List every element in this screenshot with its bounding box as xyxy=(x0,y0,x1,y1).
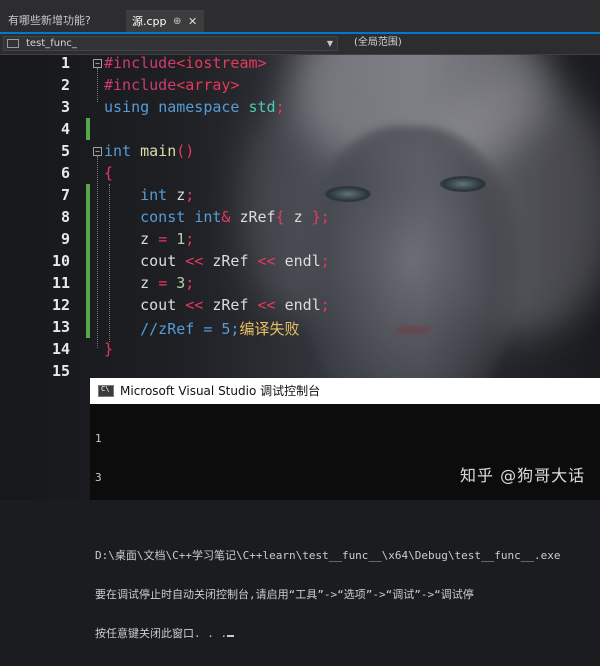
change-bar xyxy=(86,184,90,338)
tab-whats-new[interactable]: 有哪些新增功能? xyxy=(0,10,132,32)
line-number: 5 xyxy=(60,142,70,160)
close-icon[interactable]: ✕ xyxy=(188,11,197,33)
tab-source-cpp[interactable]: 源.cpp ⊕ ✕ xyxy=(126,10,204,32)
line-number: 9 xyxy=(60,230,70,248)
console-line: 1 xyxy=(95,432,102,445)
code-line-12: cout << zRef << endl; xyxy=(104,296,330,314)
line-number: 1 xyxy=(60,54,70,72)
code-line-3: using namespace std; xyxy=(104,98,285,116)
fold-collapse-icon[interactable]: − xyxy=(93,147,102,156)
line-number: 15 xyxy=(51,362,70,380)
code-line-13: //zRef = 5;编译失败 xyxy=(140,320,300,338)
console-output: 1 3 D:\桌面\文档\C++学习笔记\C++learn\test__func… xyxy=(95,406,600,666)
indent-guide xyxy=(97,156,98,348)
code-line-5: int main() xyxy=(104,142,195,160)
document-tab-bar: 有哪些新增功能? 源.cpp ⊕ ✕ xyxy=(0,0,600,32)
line-number: 10 xyxy=(51,252,70,270)
project-icon xyxy=(7,39,19,48)
code-line-1: #include<iostream> xyxy=(104,54,267,72)
fold-collapse-icon[interactable]: − xyxy=(93,59,102,68)
text-cursor xyxy=(227,635,235,637)
console-line: 按任意键关闭此窗口. . . xyxy=(95,627,228,640)
project-scope-label: test_func_ xyxy=(26,38,77,49)
tab-source-cpp-label: 源.cpp xyxy=(132,15,167,28)
console-line: D:\桌面\文档\C++学习笔记\C++learn\test__func__\x… xyxy=(95,549,561,562)
console-line: 要在调试停止时自动关闭控制台,请启用“工具”->“选项”->“调试”->“调试停 xyxy=(95,588,474,601)
line-number: 7 xyxy=(60,186,70,204)
code-line-6: { xyxy=(104,164,114,182)
console-app-icon: C\ xyxy=(98,385,114,397)
function-scope-dropdown[interactable]: (全局范围) xyxy=(346,36,600,51)
chevron-down-icon: ▼ xyxy=(326,39,333,48)
line-number: 8 xyxy=(60,208,70,226)
code-line-8: const int& zRef{ z }; xyxy=(140,208,330,226)
line-number: 13 xyxy=(51,318,70,336)
line-number: 11 xyxy=(51,274,70,292)
line-number: 3 xyxy=(60,98,70,116)
console-title-bar[interactable]: C\ Microsoft Visual Studio 调试控制台 xyxy=(90,378,600,404)
project-scope-dropdown[interactable]: test_func_ ▼ xyxy=(3,36,338,51)
watermark: 知乎 @狗哥大话 xyxy=(460,466,586,485)
console-line-last: 按任意键关闭此窗口. . . xyxy=(95,627,600,640)
code-line-7: int z; xyxy=(140,186,195,204)
code-line-10: cout << zRef << endl; xyxy=(104,252,330,270)
change-bar xyxy=(86,118,90,140)
code-line-11: z = 3; xyxy=(104,274,195,292)
line-number: 2 xyxy=(60,76,70,94)
line-number: 12 xyxy=(51,296,70,314)
tab-whats-new-label: 有哪些新增功能? xyxy=(8,14,91,27)
line-number: 6 xyxy=(60,164,70,182)
code-line-14: } xyxy=(104,340,114,358)
function-scope-label: (全局范围) xyxy=(354,37,402,48)
line-number: 14 xyxy=(51,340,70,358)
console-title: Microsoft Visual Studio 调试控制台 xyxy=(120,384,321,398)
code-line-2: #include<array> xyxy=(104,76,240,94)
line-number: 4 xyxy=(60,120,70,138)
indent-guide xyxy=(97,68,98,102)
code-line-9: z = 1; xyxy=(104,230,195,248)
navigation-bar: test_func_ ▼ (全局范围) xyxy=(0,34,600,55)
code-editor[interactable]: 1 2 3 4 5 6 7 8 9 10 11 12 13 14 15 − − … xyxy=(0,54,600,380)
pin-icon[interactable]: ⊕ xyxy=(173,11,181,33)
